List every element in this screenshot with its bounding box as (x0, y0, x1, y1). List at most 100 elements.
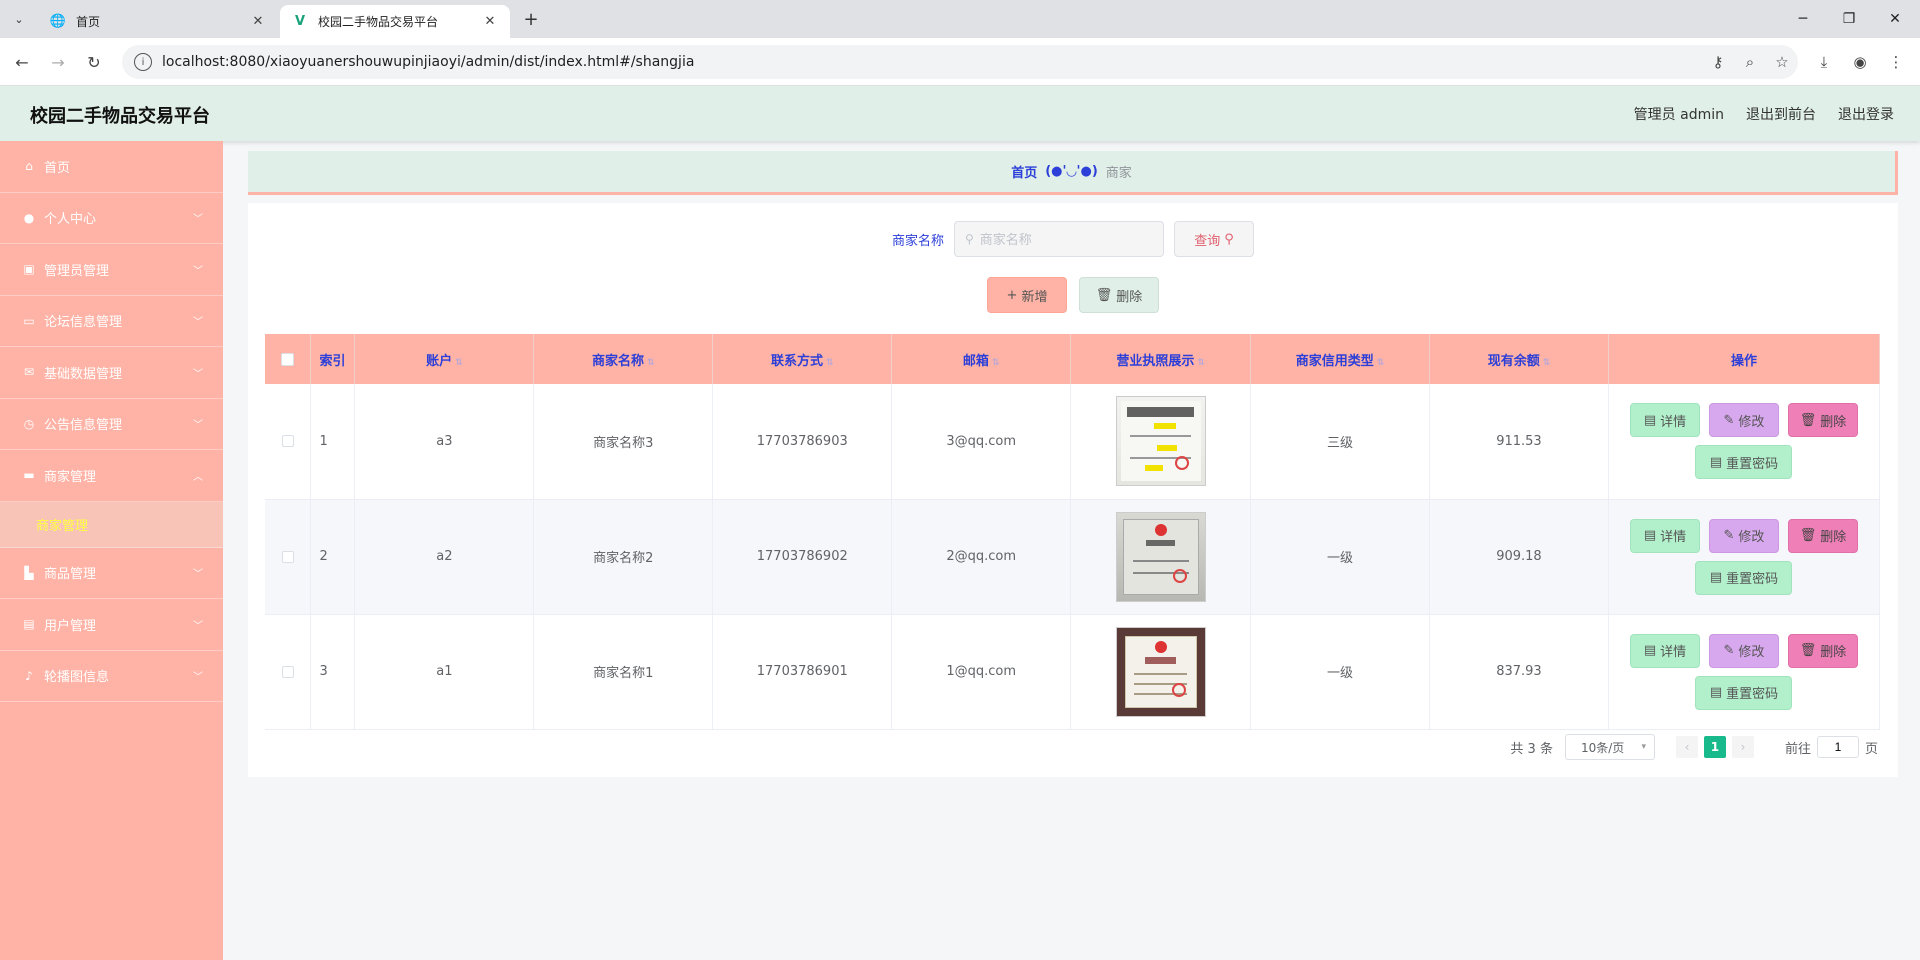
forward-icon[interactable]: → (46, 50, 70, 74)
cell-actions: ▤ 详情 ✎ 修改 🗑 删除 ▤ 重置密码 (1608, 384, 1881, 500)
column-header-label: 商家信用类型 (1295, 353, 1374, 369)
page-number-current[interactable]: 1 (1703, 736, 1726, 758)
user-icon: ● (23, 210, 35, 225)
prev-page-icon[interactable]: ‹ (1675, 736, 1698, 758)
query-button[interactable]: 查询 ⚲ (1174, 221, 1254, 257)
app-title: 校园二手物品交易平台 (30, 106, 210, 127)
column-header-balance[interactable]: 现有余额 ⇅ (1429, 334, 1609, 384)
reload-icon[interactable]: ↻ (82, 50, 106, 74)
delete-button[interactable]: 🗑 删除 (1787, 633, 1858, 668)
breadcrumb-home[interactable]: 首页 (1011, 162, 1037, 181)
sidebar-item-goods[interactable]: ▙ 商品管理 ﹀ (0, 548, 223, 599)
reset-password-button[interactable]: ▤ 重置密码 (1695, 445, 1793, 480)
sidebar-item-merchants[interactable]: ▬ 商家管理 ︿ (0, 450, 223, 502)
sidebar-subitem-merchant-management[interactable]: 商家管理 (0, 501, 223, 548)
sidebar-item-admins[interactable]: ▣ 管理员管理 ﹀ (0, 244, 223, 296)
column-header-credit[interactable]: 商家信用类型 ⇅ (1250, 334, 1431, 384)
restore-icon[interactable]: ❐ (1826, 0, 1872, 38)
window-close-icon[interactable]: ✕ (1872, 0, 1918, 38)
sort-icon[interactable]: ⇅ (455, 358, 463, 368)
page-size-select[interactable]: 10条/页 ▾ (1564, 734, 1655, 760)
profile-icon[interactable]: ◉ (1848, 50, 1872, 74)
minimize-icon[interactable]: ─ (1780, 0, 1826, 38)
row-select-cell (265, 614, 312, 730)
cell-balance: 837.93 (1429, 614, 1609, 730)
sort-icon[interactable]: ⇅ (647, 358, 655, 368)
bookmark-star-icon[interactable]: ☆ (1766, 53, 1798, 71)
reset-password-button[interactable]: ▤ 重置密码 (1695, 675, 1793, 710)
next-page-icon[interactable]: › (1731, 736, 1754, 758)
tab-platform[interactable]: V 校园二手物品交易平台 ✕ (280, 5, 510, 38)
row-checkbox[interactable] (281, 550, 294, 563)
cell-credit: 一级 (1250, 614, 1431, 730)
search-field[interactable]: ⚲ (954, 221, 1164, 257)
license-image[interactable] (1115, 626, 1206, 717)
detail-button[interactable]: ▤ 详情 (1629, 403, 1700, 438)
detail-button[interactable]: ▤ 详情 (1629, 633, 1700, 668)
select-all-checkbox[interactable] (281, 352, 295, 366)
column-header-phone[interactable]: 联系方式 ⇅ (712, 334, 893, 384)
table-row: 3 a1 商家名称1 17703786901 1@qq.com 一级 837.9… (265, 614, 1881, 730)
new-tab-icon[interactable]: + (520, 8, 542, 30)
download-icon[interactable]: ⤓ (1812, 50, 1836, 74)
license-image[interactable] (1115, 511, 1206, 602)
cell-credit: 一级 (1250, 499, 1431, 615)
goto-page-input[interactable] (1816, 736, 1859, 758)
delete-button[interactable]: 🗑 删除 (1787, 518, 1858, 553)
delete-button[interactable]: 🗑 删除 (1787, 403, 1858, 438)
site-info-icon[interactable]: i (134, 53, 152, 71)
license-stamp (1175, 456, 1190, 471)
sort-icon[interactable]: ⇅ (1377, 358, 1385, 368)
edit-button[interactable]: ✎ 修改 (1708, 403, 1779, 438)
tab-home[interactable]: 🌐 首页 ✕ (38, 5, 278, 38)
globe-icon: 🌐 (49, 14, 67, 29)
sidebar-item-label: 基础数据管理 (44, 366, 123, 382)
column-header-account[interactable]: 账户 ⇅ (354, 334, 535, 384)
row-checkbox[interactable] (281, 665, 294, 678)
batch-delete-button[interactable]: 🗑 删除 (1079, 277, 1159, 313)
chevron-up-icon: ︿ (193, 471, 203, 483)
logout-link[interactable]: 退出登录 (1838, 104, 1894, 124)
sidebar-item-label: 管理员管理 (44, 263, 110, 279)
zoom-icon[interactable]: ⌕ (1734, 53, 1766, 71)
column-header-name[interactable]: 商家名称 ⇅ (533, 334, 714, 384)
browser-menu-icon[interactable]: ⋮ (1884, 50, 1908, 74)
search-input[interactable] (979, 231, 1150, 247)
close-icon[interactable]: ✕ (250, 14, 266, 29)
url-bar[interactable]: i localhost:8080/xiaoyuanershouwupinjiao… (122, 45, 1798, 79)
close-icon[interactable]: ✕ (482, 14, 498, 29)
column-header-email[interactable]: 邮箱 ⇅ (891, 334, 1072, 384)
detail-button[interactable]: ▤ 详情 (1629, 518, 1700, 553)
sidebar-item-forum[interactable]: ▭ 论坛信息管理 ﹀ (0, 296, 223, 347)
back-icon[interactable]: ← (10, 50, 34, 74)
password-key-icon[interactable]: ⚷ (1702, 53, 1734, 71)
row-actions: ▤ 详情 ✎ 修改 🗑 删除 ▤ 重置密码 (1609, 403, 1879, 480)
goods-icon: ▙ (24, 565, 34, 580)
delete-button-label: 删除 (1820, 645, 1847, 660)
license-image[interactable] (1115, 396, 1206, 487)
cell-account: a1 (354, 614, 535, 730)
row-actions-line: ▤ 详情 ✎ 修改 🗑 删除 (1629, 633, 1858, 668)
chevron-down-icon: ﹀ (193, 420, 203, 432)
sort-icon[interactable]: ⇅ (1197, 358, 1205, 368)
column-header-license[interactable]: 营业执照展示 ⇅ (1070, 334, 1252, 384)
add-button[interactable]: + 新增 (987, 277, 1067, 313)
sidebar-item-home[interactable]: ⌂ 首页 (0, 141, 223, 193)
sidebar-item-notices[interactable]: ◷ 公告信息管理 ﹀ (0, 399, 223, 450)
sidebar-item-users[interactable]: ▤ 用户管理 ﹀ (0, 599, 223, 651)
exit-to-front-link[interactable]: 退出到前台 (1746, 104, 1816, 124)
sort-icon[interactable]: ⇅ (1543, 358, 1551, 368)
edit-button[interactable]: ✎ 修改 (1708, 633, 1779, 668)
tab-search-icon[interactable]: ⌄ (8, 8, 30, 30)
cell-license (1070, 614, 1252, 730)
row-checkbox[interactable] (281, 435, 294, 448)
sidebar-item-carousel[interactable]: ♪ 轮播图信息 ﹀ (0, 651, 223, 702)
sidebar-item-basic-data[interactable]: ✉ 基础数据管理 ﹀ (0, 347, 223, 399)
browser-tab-bar: ⌄ 🌐 首页 ✕ V 校园二手物品交易平台 ✕ + ─ ❐ ✕ (0, 0, 1920, 38)
sidebar-item-profile[interactable]: ● 个人中心 ﹀ (0, 193, 223, 244)
sort-icon[interactable]: ⇅ (826, 358, 834, 368)
edit-button[interactable]: ✎ 修改 (1708, 518, 1779, 553)
sort-icon[interactable]: ⇅ (992, 358, 1000, 368)
cell-phone: 17703786902 (712, 499, 893, 615)
reset-password-button[interactable]: ▤ 重置密码 (1695, 560, 1793, 595)
